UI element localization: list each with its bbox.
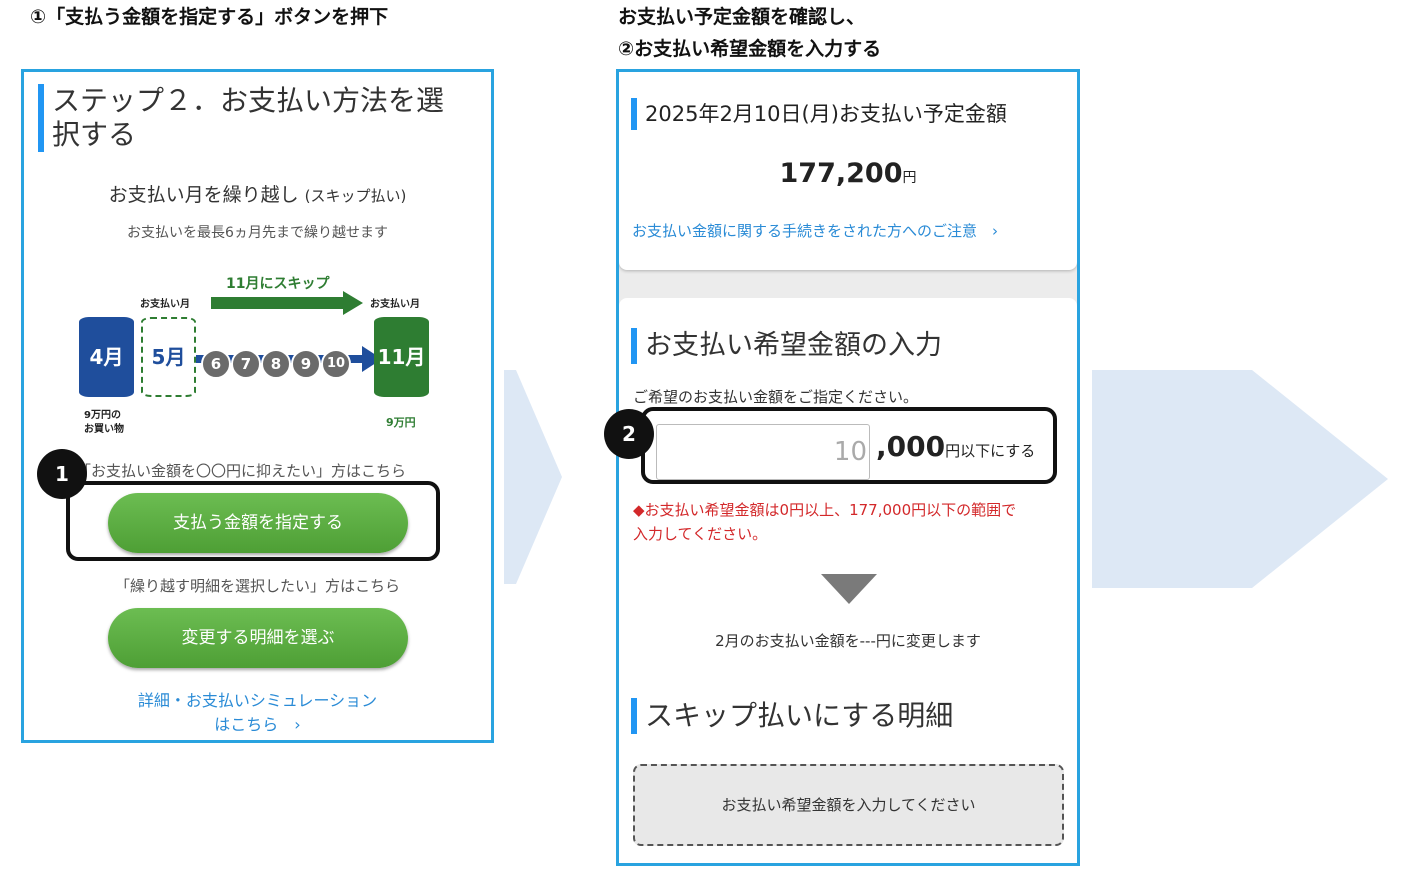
callout-box-2 bbox=[641, 407, 1057, 484]
limit-prompt: 「お支払い金額を〇〇円に抑えたい」方はこちら bbox=[76, 462, 407, 480]
skip-timeline-graphic: 11月にスキップ お支払い月 お支払い月 4月 5月 6 7 8 9 10 11… bbox=[74, 267, 454, 447]
detail-link-line1: 詳細・お支払いシミュレーション bbox=[137, 691, 378, 710]
statement-placeholder: お支払い希望金額を入力してください bbox=[633, 764, 1064, 846]
step-badge-1: 1 bbox=[37, 449, 87, 499]
scheduled-amount-unit: 円 bbox=[902, 170, 917, 186]
error-message-line1: ◆お支払い希望金額は0円以上、177,000円以下の範囲で bbox=[633, 501, 1017, 519]
month-9-circle: 9 bbox=[291, 349, 321, 379]
error-message-line2: 入力してください。 bbox=[633, 525, 768, 543]
next-arrow-icon bbox=[1092, 370, 1388, 588]
skip-detail-heading: スキップ払いにする明細 bbox=[631, 698, 953, 734]
step1-caption: ①「支払う金額を指定する」ボタンを押下 bbox=[30, 6, 389, 28]
step-title-line2: 択する bbox=[52, 118, 137, 151]
month-8-circle: 8 bbox=[261, 349, 291, 379]
step2-caption-line2: ②お支払い希望金額を入力する bbox=[618, 38, 882, 60]
month-4-cylinder: 4月 bbox=[79, 317, 134, 397]
skip-heading: お支払い月を繰り越し (スキップ払い) bbox=[24, 180, 491, 207]
month-5-cylinder: 5月 bbox=[141, 317, 196, 397]
scheduled-amount: 177,200円 bbox=[619, 158, 1077, 189]
month-10-circle: 10 bbox=[321, 349, 351, 379]
scheduled-title: 2025年2月10日(月)お支払い予定金額 bbox=[631, 98, 1007, 130]
notice-link[interactable]: お支払い金額に関する手続きをされた方へのご注意 › bbox=[632, 220, 998, 241]
scheduled-amount-card: 2025年2月10日(月)お支払い予定金額 177,200円 お支払い金額に関す… bbox=[619, 72, 1077, 270]
amount-note-right: 9万円 bbox=[386, 416, 416, 429]
payment-method-panel: ステップ２．お支払い方法を選 択する お支払い月を繰り越し (スキップ払い) お… bbox=[21, 69, 494, 743]
pay-month-label-right: お支払い月 bbox=[370, 299, 420, 310]
pay-month-label-left: お支払い月 bbox=[140, 299, 190, 310]
skip-heading-sub: (スキップ払い) bbox=[304, 187, 407, 205]
step-badge-2: 2 bbox=[604, 409, 654, 459]
month-6-circle: 6 bbox=[201, 349, 231, 379]
input-amount-card: お支払い希望金額の入力 ご希望のお支払い金額をご指定ください。 10 ,000円… bbox=[619, 298, 1077, 863]
skip-green-arrow-icon bbox=[211, 291, 363, 315]
step-title-line1: ステップ２．お支払い方法を選 bbox=[52, 84, 445, 117]
callout-box-1 bbox=[66, 481, 440, 561]
skip-description: お支払いを最長6ヵ月先まで繰り越せます bbox=[127, 225, 388, 241]
error-message: ◆お支払い希望金額は0円以上、177,000円以下の範囲で 入力してください。 bbox=[633, 498, 1073, 546]
step2-caption-line1: お支払い予定金額を確認し、 bbox=[618, 6, 866, 28]
detail-link-line2: はこちら › bbox=[214, 715, 301, 734]
input-heading: お支払い希望金額の入力 bbox=[631, 328, 942, 364]
purchase-note-line1: 9万円の bbox=[84, 410, 121, 421]
purchase-note: 9万円の お買い物 bbox=[84, 409, 124, 437]
month-11-cylinder: 11月 bbox=[374, 317, 429, 397]
detail-simulation-link[interactable]: 詳細・お支払いシミュレーション はこちら › bbox=[24, 689, 491, 737]
flow-arrow-icon bbox=[504, 370, 562, 584]
down-triangle-icon bbox=[821, 574, 877, 604]
month-7-circle: 7 bbox=[231, 349, 261, 379]
skip-arrow-label: 11月にスキップ bbox=[226, 276, 330, 292]
scheduled-amount-value: 177,200 bbox=[779, 158, 903, 189]
step-title: ステップ２．お支払い方法を選 択する bbox=[38, 84, 482, 152]
change-summary: 2月のお支払い金額を---円に変更します bbox=[715, 632, 981, 650]
input-instruction: ご希望のお支払い金額をご指定ください。 bbox=[633, 388, 919, 406]
select-prompt: 「繰り越す明細を選択したい」方はこちら bbox=[114, 577, 400, 595]
select-statement-button[interactable]: 変更する明細を選ぶ bbox=[108, 608, 408, 668]
skip-heading-text: お支払い月を繰り越し bbox=[108, 184, 299, 206]
purchase-note-line2: お買い物 bbox=[84, 424, 124, 435]
